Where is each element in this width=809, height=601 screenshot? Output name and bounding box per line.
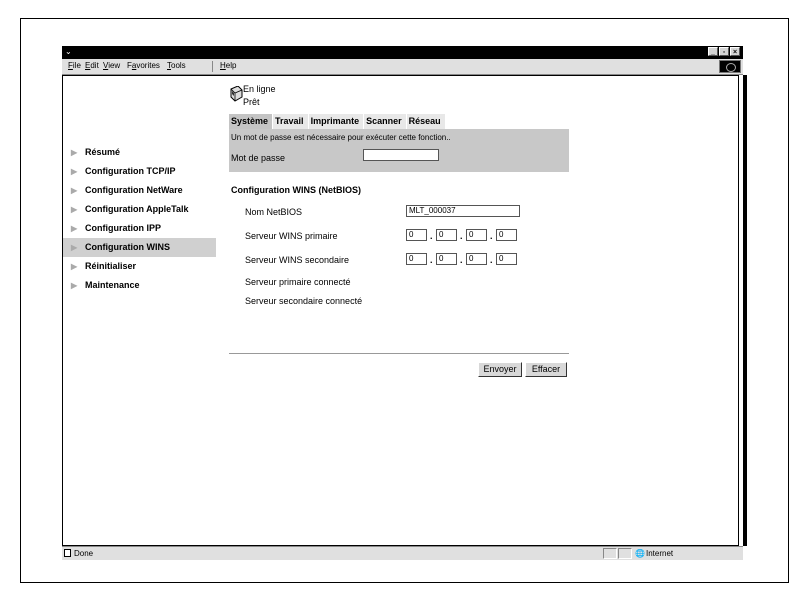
clear-button[interactable]: Effacer	[525, 362, 567, 377]
tab-systeme[interactable]: Système	[229, 114, 273, 129]
secondary-ip-octet-2[interactable]: 0	[436, 253, 457, 265]
password-message: Un mot de passe est nécessaire pour exéc…	[231, 133, 451, 142]
primary-wins-label: Serveur WINS primaire	[245, 231, 338, 241]
browser-window: ⌄ _ ▫ × File Edit View Favorites Tools H…	[62, 46, 747, 560]
status-cell	[603, 548, 617, 559]
minimize-button[interactable]: _	[708, 47, 718, 56]
menu-separator	[212, 61, 213, 72]
menu-file[interactable]: File	[68, 61, 81, 70]
tab-travail[interactable]: Travail	[273, 114, 308, 129]
maximize-button[interactable]: ▫	[719, 47, 729, 56]
browser-logo-icon	[719, 60, 741, 73]
chevron-right-icon: ▶	[71, 148, 78, 157]
primary-connected-label: Serveur primaire connecté	[245, 277, 351, 287]
page-icon	[64, 549, 71, 557]
secondary-wins-label: Serveur WINS secondaire	[245, 255, 350, 265]
system-menu-icon[interactable]: ⌄	[65, 47, 72, 56]
submit-button[interactable]: Envoyer	[478, 362, 522, 377]
ip-dot: .	[490, 255, 493, 265]
chevron-right-icon: ▶	[71, 224, 78, 233]
main-content: Un mot de passe est nécessaire pour exéc…	[229, 129, 569, 377]
sidebar-item-tcpip[interactable]: ▶ Configuration TCP/IP	[63, 162, 216, 181]
section-title: Configuration WINS (NetBIOS)	[231, 185, 361, 195]
divider	[229, 353, 569, 354]
primary-ip-octet-1[interactable]: 0	[406, 229, 427, 241]
chevron-right-icon: ▶	[71, 281, 78, 290]
ip-dot: .	[430, 255, 433, 265]
password-input[interactable]	[363, 149, 439, 161]
sidebar-item-appletalk[interactable]: ▶ Configuration AppleTalk	[63, 200, 216, 219]
scrollbar[interactable]	[743, 75, 747, 546]
sidebar-item-ipp[interactable]: ▶ Configuration IPP	[63, 219, 216, 238]
menu-view[interactable]: View	[103, 61, 120, 70]
chevron-right-icon: ▶	[71, 205, 78, 214]
tab-bar: Système Travail Imprimante Scanner Résea…	[229, 114, 446, 129]
status-text: Done	[74, 549, 94, 558]
sidebar-item-wins[interactable]: ▶ Configuration WINS	[63, 238, 216, 257]
printer-icon	[230, 86, 243, 102]
close-button[interactable]: ×	[730, 47, 740, 56]
menu-bar: File Edit View Favorites Tools Help	[62, 59, 743, 75]
ip-dot: .	[490, 231, 493, 241]
chevron-right-icon: ▶	[71, 167, 78, 176]
menu-help[interactable]: Help	[220, 61, 236, 70]
sidebar-item-reinitialiser[interactable]: ▶ Réinitialiser	[63, 257, 216, 276]
tab-imprimante[interactable]: Imprimante	[308, 114, 364, 129]
menu-favorites[interactable]: Favorites	[127, 61, 160, 70]
title-bar: ⌄ _ ▫ ×	[62, 46, 743, 59]
chevron-right-icon: ▶	[71, 186, 78, 195]
status-online: En ligne	[243, 84, 276, 94]
ip-dot: .	[460, 255, 463, 265]
menu-tools[interactable]: Tools	[167, 61, 186, 70]
menu-edit[interactable]: Edit	[85, 61, 99, 70]
tab-scanner[interactable]: Scanner	[364, 114, 406, 129]
netbios-input[interactable]: MLT_000037	[406, 205, 520, 217]
primary-ip-octet-2[interactable]: 0	[436, 229, 457, 241]
sidebar: ▶ Résumé ▶ Configuration TCP/IP ▶ Configura…	[63, 143, 216, 295]
status-cell	[618, 548, 632, 559]
password-panel: Un mot de passe est nécessaire pour exéc…	[229, 129, 569, 172]
chevron-right-icon: ▶	[71, 243, 78, 252]
zone-text: Internet	[646, 549, 674, 558]
primary-ip-octet-4[interactable]: 0	[496, 229, 517, 241]
page-viewport: En ligne Prêt Système Travail Imprimante…	[62, 75, 739, 546]
secondary-connected-label: Serveur secondaire connecté	[245, 296, 363, 306]
primary-ip-octet-3[interactable]: 0	[466, 229, 487, 241]
secondary-ip-octet-4[interactable]: 0	[496, 253, 517, 265]
password-label: Mot de passe	[231, 153, 286, 163]
secondary-ip-octet-3[interactable]: 0	[466, 253, 487, 265]
ip-dot: .	[460, 231, 463, 241]
globe-icon: 🌐	[635, 549, 645, 558]
ip-dot: .	[430, 231, 433, 241]
secondary-ip-octet-1[interactable]: 0	[406, 253, 427, 265]
window-controls: _ ▫ ×	[708, 47, 740, 56]
sidebar-item-netware[interactable]: ▶ Configuration NetWare	[63, 181, 216, 200]
sidebar-item-maintenance[interactable]: ▶ Maintenance	[63, 276, 216, 295]
netbios-label: Nom NetBIOS	[245, 207, 303, 217]
tab-reseau[interactable]: Réseau	[406, 114, 445, 129]
chevron-right-icon: ▶	[71, 262, 78, 271]
status-bar: Done 🌐 Internet	[62, 546, 743, 560]
status-ready: Prêt	[243, 97, 260, 107]
sidebar-item-resume[interactable]: ▶ Résumé	[63, 143, 216, 162]
